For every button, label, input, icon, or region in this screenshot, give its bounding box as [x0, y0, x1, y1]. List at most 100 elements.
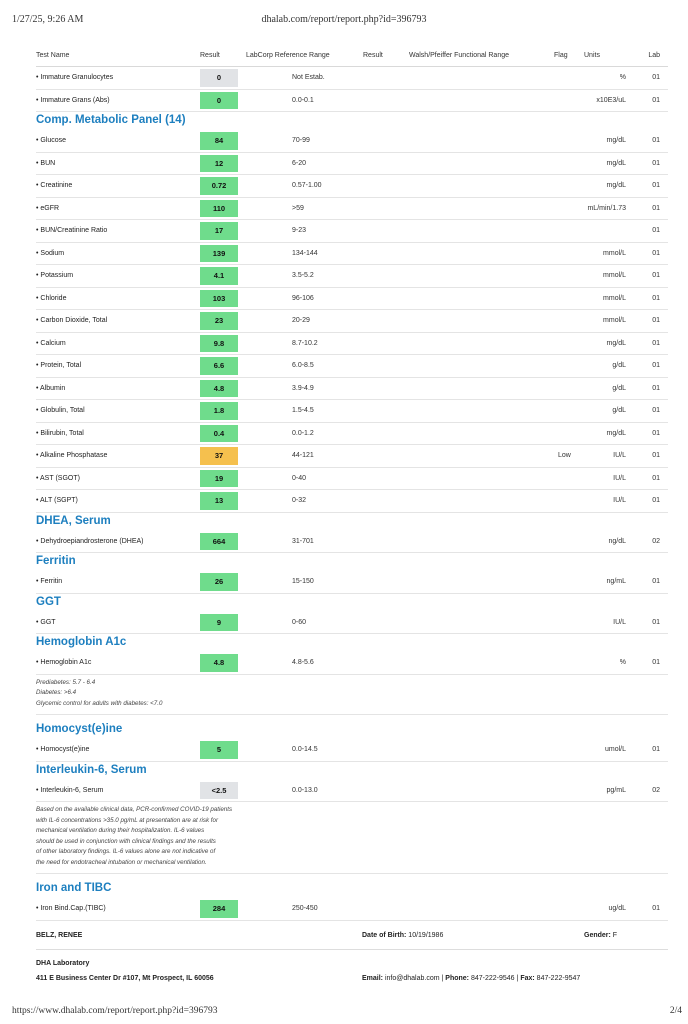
table-row: • Immature Granulocytes 0 Not Estab.% 01 — [36, 67, 668, 90]
reference-range: 0.0-0.1 — [292, 96, 314, 104]
lab-code: 01 — [652, 294, 660, 302]
result-value: 664 — [200, 532, 238, 550]
lab-code: 01 — [652, 497, 660, 504]
lab-code: 01 — [652, 272, 660, 279]
units: mmol/L — [603, 272, 626, 279]
result-value: 0 — [200, 69, 238, 87]
result-value: 5 — [200, 741, 238, 759]
reference-range: 3.5-5.2 — [292, 272, 314, 279]
lab-code: 01 — [652, 407, 660, 414]
units: mg/dL — [606, 429, 626, 437]
units: x10E3/uL — [596, 96, 626, 104]
section-title-iron: Iron and TIBC — [36, 882, 112, 894]
test-name: • Dehydroepiandrosterone (DHEA) — [36, 537, 144, 545]
test-name: • Hemoglobin A1c — [36, 659, 92, 666]
test-name: • Globulin, Total — [36, 407, 85, 414]
reference-range: 6.0-8.5 — [292, 362, 314, 369]
units: mmol/L — [603, 249, 626, 257]
group-iron: • Iron Bind.Cap.(TIBC) 284 250-450 ug/dL 01 — [36, 898, 668, 921]
il6-note: Based on the available clinical data, PC… — [36, 802, 668, 874]
reference-range: 4.8-5.6 — [292, 659, 314, 666]
units: mg/dL — [606, 159, 626, 167]
reference-range: 3.9-4.9 — [292, 384, 314, 392]
units: g/dL — [612, 384, 626, 392]
print-url: dhalab.com/report/report.php?id=396793 — [261, 14, 427, 25]
page-number: 2/4 — [669, 1006, 682, 1016]
table-row: • Ferritin 26 15-150 ng/mL 01 — [36, 571, 668, 594]
lab-code: 01 — [652, 659, 660, 666]
table-row: • Immature Grans (Abs) 0 0.0-0.1 x10E3/uL 01 — [36, 90, 668, 112]
lab-code: 01 — [652, 74, 660, 81]
result-value: 103 — [200, 289, 238, 307]
result-value: 4.1 — [200, 267, 238, 285]
result-value: 17 — [200, 222, 238, 240]
note-line: Diabetes: >6.4 — [36, 689, 77, 696]
units: mg/dL — [606, 137, 626, 144]
reference-range: Not Estab. — [292, 74, 325, 81]
lab-code: 01 — [652, 204, 660, 212]
units: g/dL — [612, 407, 626, 414]
units: mmol/L — [603, 294, 626, 302]
reference-range: 0-60 — [292, 618, 307, 626]
table-row: • BUN 12 6-20 mg/dL 01 — [36, 153, 668, 175]
table-row: • Protein, Total 6.6 6.0-8.5 g/dL 01 — [36, 355, 668, 378]
group-il6: • Interleukin-6, Serum <2.5 0.0-13.0 pg/mL 0… — [36, 780, 668, 802]
test-name: • Carbon Dioxide, Total — [36, 317, 108, 324]
table-row: • Iron Bind.Cap.(TIBC) 284 250-450 ug/dL 01 — [36, 898, 668, 921]
group-dhea: • Dehydroepiandrosterone (DHEA) 664 31-701… — [36, 531, 668, 553]
result-value: 0 — [200, 91, 238, 109]
section-title-homocysteine: Homocyst(e)ine — [36, 723, 123, 735]
lab-code: 01 — [652, 452, 660, 459]
units: mg/dL — [606, 339, 626, 347]
col-flag: Flag — [554, 52, 568, 59]
test-name: • Ferritin — [36, 578, 63, 585]
note-line: Glycemic control for adults with diabete… — [36, 699, 163, 707]
units: pg/mL — [606, 786, 626, 794]
test-name: • Homocyst(e)ine — [36, 746, 90, 753]
reference-range: 9-23 — [292, 227, 307, 234]
test-name: • Glucose — [36, 137, 67, 144]
section-title-ferritin: Ferritin — [36, 555, 76, 567]
col-result: Result — [200, 52, 220, 59]
table-row: • Bilirubin, Total 0.4 0.0-1.2 mg/dL 01 — [36, 423, 668, 445]
email-link[interactable]: info@dhalab.com — [385, 975, 440, 982]
result-value: 9 — [200, 613, 238, 631]
units: mg/dL — [606, 182, 626, 189]
lab-code: 01 — [652, 159, 660, 167]
test-name: • Interleukin-6, Serum — [36, 786, 104, 794]
lab-contact: Email: info@dhalab.com | Phone: 847-222-… — [362, 974, 581, 982]
table-row: • Dehydroepiandrosterone (DHEA) 664 31-701… — [36, 531, 668, 553]
test-name: • AST (SGOT) — [36, 474, 80, 482]
note-line: should be used in conjunction with clini… — [36, 837, 216, 845]
test-name: • eGFR — [36, 204, 60, 212]
test-name: • Calcium — [36, 339, 66, 347]
result-value: 110 — [200, 199, 238, 217]
section-title-il6: Interleukin-6, Serum — [36, 763, 147, 776]
note-line: Prediabetes: 5.7 - 6.4 — [36, 678, 96, 686]
reference-range: 250-450 — [292, 905, 318, 912]
reference-range: 0.0-13.0 — [292, 786, 318, 794]
lab-code: 01 — [652, 317, 660, 324]
table-row: • Hemoglobin A1c 4.8 4.8-5.6% 01 — [36, 652, 668, 675]
table-row: • Albumin 4.8 3.9-4.9 g/dL 01 — [36, 378, 668, 400]
group-ggt: • GGT 9 0-60 IU/L 01 — [36, 612, 668, 634]
patient-info: BELZ, RENEE Date of Birth: 10/19/1986 Ge… — [36, 921, 668, 950]
col-test-name: Test Name — [36, 52, 70, 59]
result-value: 1.8 — [200, 402, 238, 420]
lab-address: 411 E Business Center Dr #107, Mt Prospe… — [36, 974, 214, 982]
test-name: • Sodium — [36, 249, 65, 257]
units: ng/dL — [608, 537, 626, 545]
lab-code: 01 — [652, 618, 660, 626]
units: ng/mL — [606, 578, 626, 585]
table-row: • Creatinine 0.72 0.57-1.00 mg/dL 01 — [36, 175, 668, 198]
units: % — [619, 659, 626, 666]
test-name: • Immature Granulocytes — [36, 74, 114, 81]
reference-range: 0.57-1.00 — [292, 182, 322, 189]
col-result-2: Result — [363, 52, 383, 59]
table-row: • GGT 9 0-60 IU/L 01 — [36, 612, 668, 634]
table-row: • Homocyst(e)ine 5 0.0-14.5 umol/L 01 — [36, 739, 668, 762]
lab-code: 01 — [652, 96, 660, 104]
lab-code: 01 — [652, 249, 660, 257]
a1c-note: Prediabetes: 5.7 - 6.4 Diabetes: >6.4 Gl… — [36, 675, 668, 715]
result-value: 284 — [200, 900, 238, 918]
